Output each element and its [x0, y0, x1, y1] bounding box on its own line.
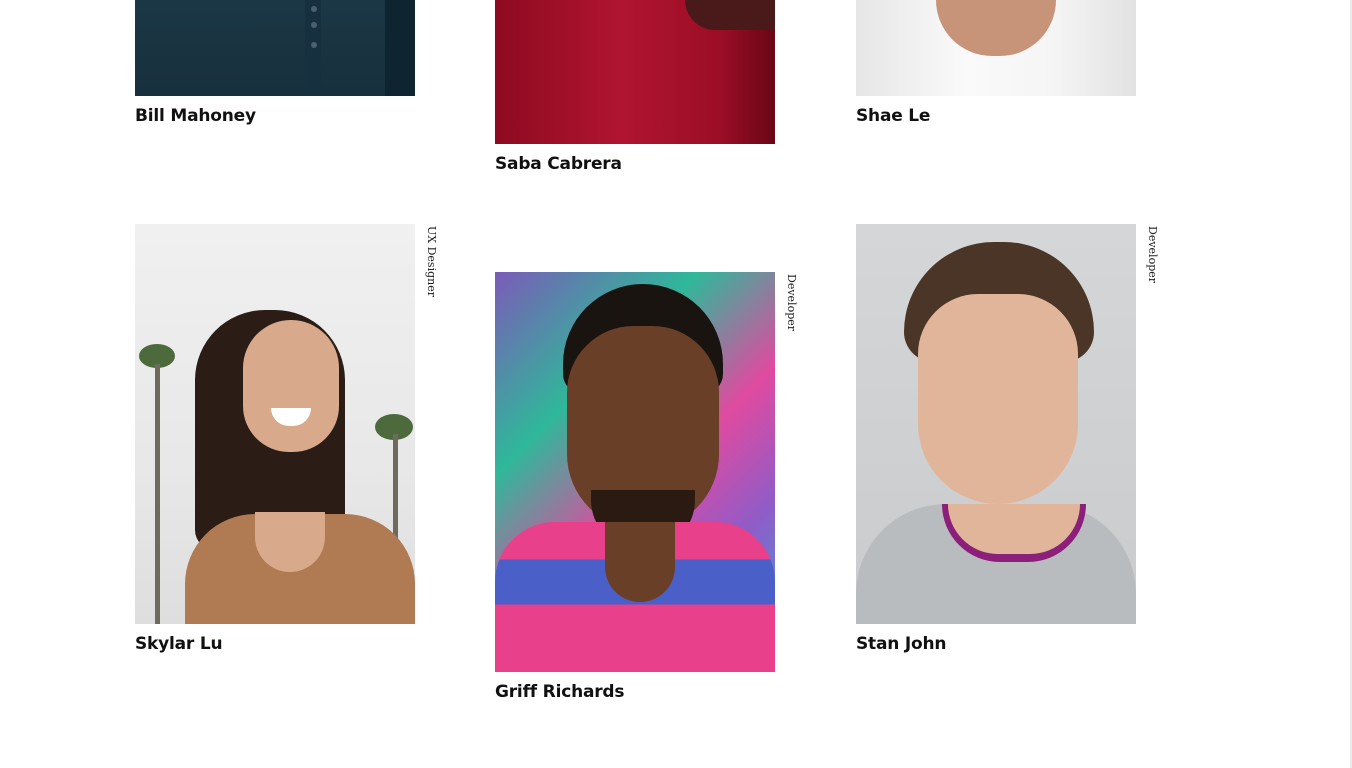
team-card-stan-john: Developer Stan John: [856, 224, 1176, 654]
team-member-name: Skylar Lu: [135, 634, 223, 654]
team-member-photo: [856, 224, 1136, 624]
team-card-saba-cabrera: Saba Cabrera: [495, 0, 815, 174]
team-member-photo: [495, 0, 775, 144]
team-member-name: Shae Le: [856, 106, 931, 126]
team-member-name: Griff Richards: [495, 682, 625, 702]
team-member-photo: [856, 0, 1136, 96]
team-card-griff-richards: Developer Griff Richards: [495, 272, 815, 702]
team-member-photo: [135, 224, 415, 624]
team-member-role: UX Designer: [425, 226, 438, 297]
team-member-name: Stan John: [856, 634, 947, 654]
team-member-name: Bill Mahoney: [135, 106, 256, 126]
team-member-photo: [135, 0, 415, 96]
team-card-shae-le: Shae Le: [856, 0, 1176, 126]
team-member-photo: [495, 272, 775, 672]
team-member-role: Developer: [785, 274, 798, 332]
team-member-name: Saba Cabrera: [495, 154, 622, 174]
team-card-bill-mahoney: Bill Mahoney: [135, 0, 455, 126]
team-member-role: Developer: [1146, 226, 1159, 284]
team-card-skylar-lu: UX Designer Skylar Lu: [135, 224, 455, 654]
